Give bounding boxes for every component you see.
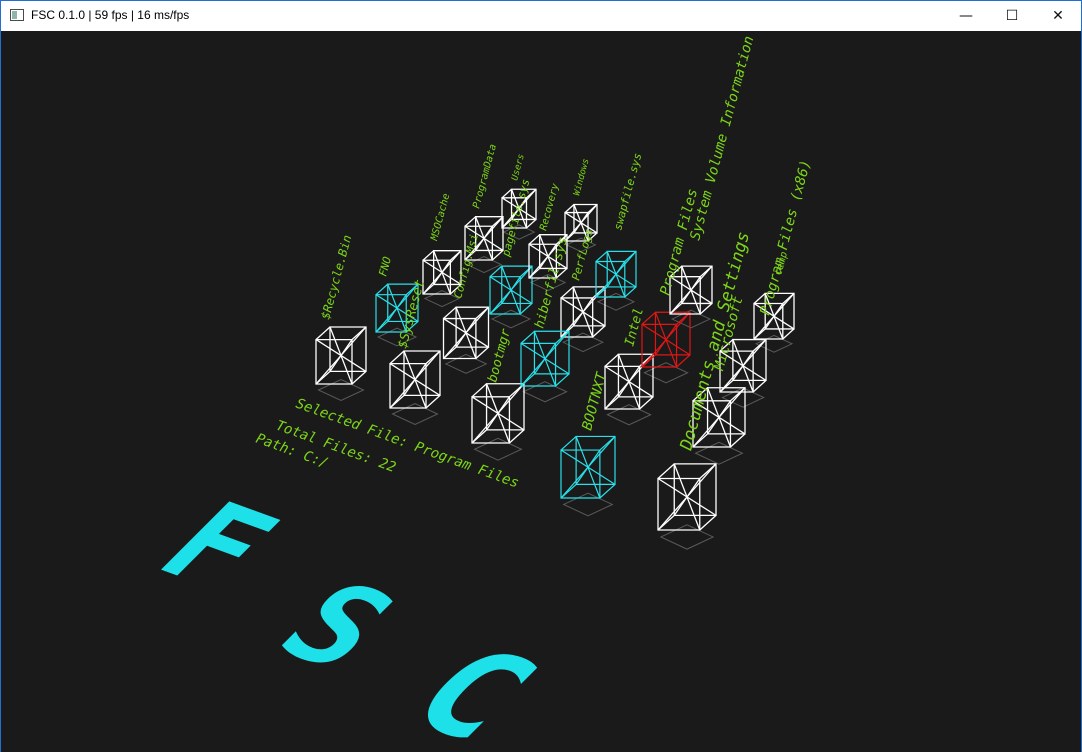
cube-shadow: [596, 292, 636, 311]
title-bar[interactable]: FSC 0.1.0 | 59 fps | 16 ms/fps — ☐ ✕: [1, 1, 1081, 31]
file-label-program-files: Program Files: [657, 187, 701, 297]
app-icon: [10, 9, 24, 21]
cube-shadow: [659, 524, 715, 550]
file-label-windows: Windows: [572, 158, 591, 197]
file-label-recovery: Recovery: [538, 182, 561, 231]
close-button[interactable]: ✕: [1035, 1, 1081, 31]
file-label-msocache: MSOCache: [429, 192, 452, 242]
cube-bootnxt[interactable]: [560, 435, 616, 499]
file-label-bootnxt: BOOTNXT: [579, 369, 610, 432]
file-label-perflogs: PerfLogs: [569, 227, 595, 282]
file-label-programdata: ProgramData: [471, 143, 499, 210]
logo-letter-f: F: [129, 479, 306, 613]
cube-shadow: [490, 309, 532, 329]
app-window: FSC 0.1.0 | 59 fps | 16 ms/fps — ☐ ✕ $Re…: [0, 0, 1082, 752]
cube-shadow: [694, 441, 744, 465]
cube-hiberfil-sys[interactable]: [520, 330, 570, 387]
cube-shadow: [391, 402, 439, 426]
3d-viewport[interactable]: $Recycle.Bin $SysReset FNO Config.Msi MSOCac…: [1, 31, 1081, 752]
cube-config-msi[interactable]: [442, 306, 490, 360]
cube-program-files[interactable]: [641, 311, 691, 368]
cube-shadow: [473, 437, 523, 461]
cube-bootmgr[interactable]: [471, 383, 525, 444]
file-label-intel: Intel: [622, 306, 647, 348]
cube-pagefile-sys[interactable]: [489, 265, 533, 315]
window-title: FSC 0.1.0 | 59 fps | 16 ms/fps: [31, 8, 190, 22]
file-label-pagefile-sys: pagefile.sys: [499, 178, 532, 259]
file-label-documents-and-settings: Documents and Settings: [676, 230, 754, 454]
file-label-recycle-bin: $Recycle.Bin: [318, 233, 354, 320]
file-label-fno: FNO: [376, 255, 394, 278]
cube-shadow: [317, 378, 365, 402]
file-label-bootmgr: bootmgr: [485, 327, 514, 384]
cube-sysreset[interactable]: [389, 350, 441, 409]
file-label-swapfile-sys: swapfile.sys: [611, 152, 644, 232]
file-label-config-msi: Config.Msi: [451, 232, 481, 299]
cube-shadow: [522, 381, 568, 403]
file-label-users: Users: [510, 153, 527, 182]
cube-shadow: [562, 492, 614, 517]
logo-letter-c: C: [377, 623, 568, 752]
cube-recycle-bin[interactable]: [315, 326, 367, 385]
file-label-system-volume-information: System Volume Information: [687, 34, 757, 242]
cube-shadow: [444, 353, 488, 374]
cube-shadow: [643, 362, 689, 384]
maximize-button[interactable]: ☐: [989, 1, 1035, 31]
cube-documents-and-settings[interactable]: [657, 463, 717, 531]
minimize-button[interactable]: —: [943, 1, 989, 31]
file-label-sysreset: $SysReset: [395, 278, 428, 350]
cube-swapfile-sys[interactable]: [595, 250, 637, 298]
cube-shadow: [606, 404, 652, 426]
logo-letter-s: S: [249, 559, 426, 693]
